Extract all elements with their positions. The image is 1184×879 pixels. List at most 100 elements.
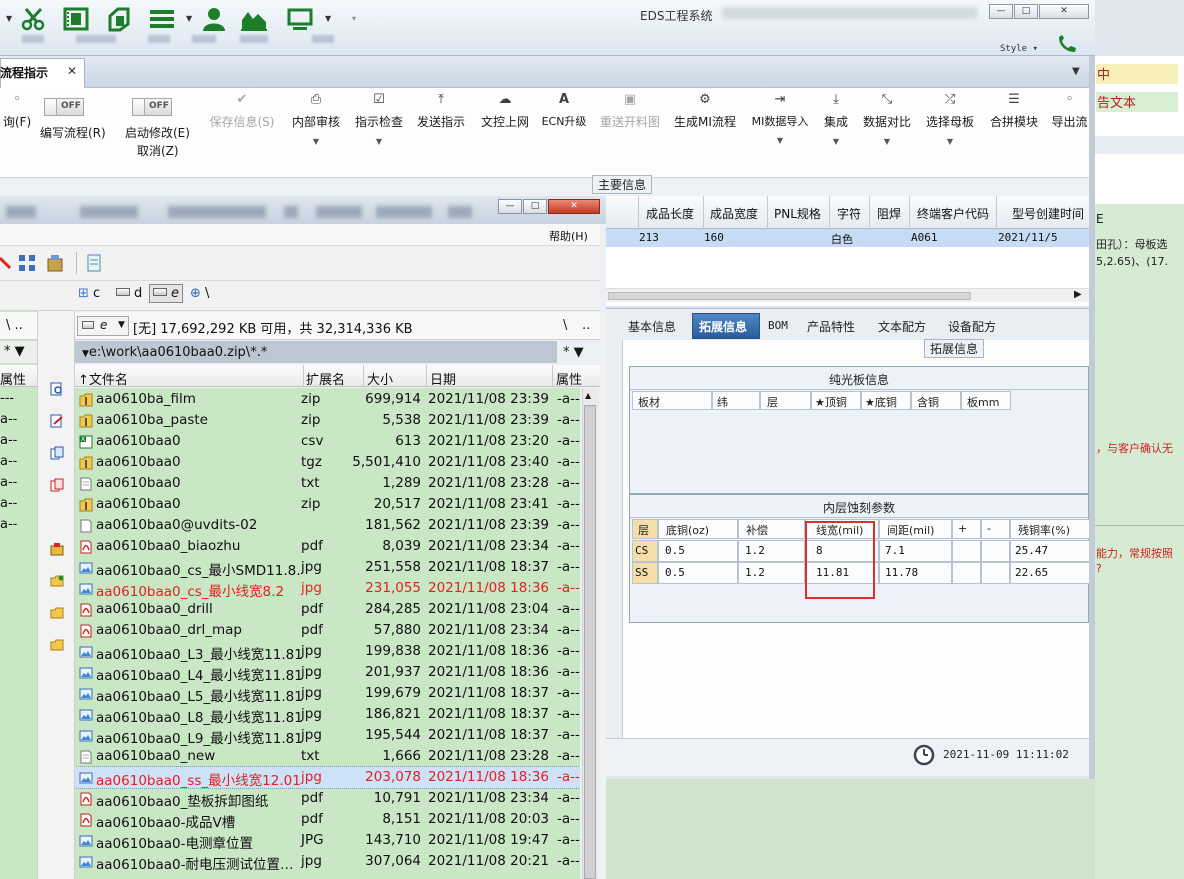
edit-file-icon[interactable] <box>50 414 64 428</box>
file-row[interactable]: Xaa0610baa0 csv 613 2021/11/08 23:20 -a-- <box>75 431 580 452</box>
style-menu[interactable]: Style ▾ <box>1000 44 1038 54</box>
header-client[interactable]: 终端客户代码 <box>917 205 989 222</box>
file-row[interactable]: aa0610baa0@uvdits-02 181,562 2021/11/08 23… <box>75 515 580 536</box>
tab-product-features[interactable]: 产品特性 <box>807 318 855 335</box>
header-mask[interactable]: 阻焊 <box>877 205 901 222</box>
scissors-icon[interactable] <box>20 6 48 32</box>
fm-close-button[interactable]: ✕ <box>548 199 600 214</box>
network-drive-button[interactable]: ⊕ \ <box>190 286 209 301</box>
file-row[interactable]: aa0610baa0 zip 20,517 2021/11/08 23:41 -a-- <box>75 494 580 515</box>
dropdown-arrow-icon[interactable]: ▼ <box>6 14 12 23</box>
query-button[interactable]: ◦ 询(F) <box>0 92 34 162</box>
save-info-button[interactable]: ✔ 保存信息(S) <box>205 92 279 162</box>
file-row[interactable]: aa0610ba_film zip 699,914 2021/11/08 23:39-… <box>75 389 580 410</box>
view-file-icon[interactable] <box>50 382 64 396</box>
cancel-label[interactable]: 取消(Z) <box>137 142 179 159</box>
row-cell[interactable] <box>981 540 1010 562</box>
row-cell[interactable] <box>981 562 1010 584</box>
user-icon[interactable] <box>200 6 228 32</box>
file-row[interactable]: aa0610ba_paste zip 5,538 2021/11/08 23:39 -a… <box>75 410 580 431</box>
file-row[interactable]: aa0610baa0_cs_最小SMD11.8… jpg 251,558 2021/1… <box>75 557 580 579</box>
scrollbar-thumb[interactable] <box>584 405 596 879</box>
tab-basic-info[interactable]: 基本信息 <box>628 318 676 335</box>
maximize-button[interactable]: □ <box>1014 4 1038 19</box>
file-row[interactable]: aa0610baa0_垫板拆卸图纸 pdf 10,791 2021/11/08 23:… <box>75 788 580 810</box>
internal-review-button[interactable]: ⎙ 内部审核 ▼ <box>289 92 343 162</box>
drive-c-button[interactable]: ⊞ c <box>78 286 100 301</box>
file-row[interactable]: aa0610baa0_L4_最小线宽11.81 jpg 201,937 2021/11… <box>75 662 580 684</box>
header-width[interactable]: 成品宽度 <box>710 205 758 222</box>
left-filter[interactable]: * ▼ <box>4 344 41 359</box>
doc-control-upload-button[interactable]: ☁ 文控上网 <box>478 92 532 162</box>
column-ext-header[interactable]: 扩展名 <box>306 369 345 388</box>
film-icon[interactable] <box>62 6 90 32</box>
merge-module-button[interactable]: ☰ 合拼模块 <box>988 92 1040 162</box>
fm-minimize-button[interactable]: — <box>498 199 522 214</box>
close-button[interactable]: ✕ <box>1039 4 1089 19</box>
file-row[interactable]: aa0610baa0_drl_map pdf 57,880 2021/11/08 23… <box>75 620 580 641</box>
file-row[interactable]: aa0610baa0_ss_最小线宽12.01 jpg 203,078 2021/11… <box>75 766 580 789</box>
tree-icon[interactable] <box>18 254 36 272</box>
column-date-header[interactable]: 日期 <box>430 369 456 388</box>
scroll-up-icon[interactable]: ▲ <box>585 391 591 400</box>
table-row[interactable]: 213 160 白色 A061 2021/11/5 <box>606 229 1089 247</box>
header-length[interactable]: 成品长度 <box>646 205 694 222</box>
file-row[interactable]: aa0610baa0-耐电压测试位置… jpg 307,064 2021/11/08 … <box>75 851 580 873</box>
resend-cutting-map-button[interactable]: ▣ 重送开料图 <box>598 92 662 162</box>
notepad-icon[interactable] <box>86 254 102 272</box>
file-row[interactable]: aa0610baa0_new txt 1,666 2021/11/08 23:28 -a… <box>75 746 580 767</box>
tab-extended-info[interactable]: 拓展信息 <box>699 318 747 335</box>
filter-dropdown[interactable]: * ▼ <box>563 345 584 360</box>
file-row[interactable]: aa0610baa0_L3_最小线宽11.81 jpg 199,838 2021/11… <box>75 641 580 663</box>
tab-device-recipe[interactable]: 设备配方 <box>948 318 996 335</box>
pack-files-icon[interactable] <box>50 542 64 556</box>
chart-icon[interactable] <box>240 6 268 32</box>
row-cell[interactable] <box>952 540 981 562</box>
list-icon[interactable] <box>148 6 176 32</box>
write-flow-toggle[interactable]: OFF <box>44 98 84 116</box>
left-attr-header[interactable]: 属性 <box>0 369 37 388</box>
copy-file-icon[interactable] <box>50 446 64 460</box>
copy-icon[interactable] <box>106 6 134 32</box>
mi-data-import-button[interactable]: ⇥ MI数据导入 ▼ <box>748 92 812 162</box>
folder-icon[interactable] <box>50 638 64 652</box>
delete-icon[interactable] <box>0 255 12 271</box>
scrollbar-thumb[interactable] <box>608 292 971 300</box>
header-created[interactable]: 型号创建时间 <box>1012 205 1084 222</box>
file-row[interactable]: aa0610baa0-电测章位置 JPG 143,710 2021/11/08 19:… <box>75 830 580 852</box>
export-flow-button[interactable]: ◦ 导出流 <box>1050 92 1089 162</box>
start-modify-toggle[interactable]: OFF <box>132 98 172 116</box>
file-row[interactable]: aa0610baa0_cs_最小线宽8.2 jpg 231,055 2021/11/0… <box>75 578 580 600</box>
help-menu[interactable]: 帮助(H) <box>549 228 588 244</box>
fm-maximize-button[interactable]: □ <box>523 199 547 214</box>
tab-bom[interactable]: BOM <box>768 319 788 332</box>
dropdown-arrow-icon[interactable]: ▼ <box>325 14 331 23</box>
file-row[interactable]: aa0610baa0_L8_最小线宽11.81 jpg 186,821 2021/11… <box>75 704 580 726</box>
integrate-button[interactable]: ⤓ 集成 ▼ <box>822 92 850 162</box>
tab-close-icon[interactable]: ✕ <box>67 64 77 78</box>
go-root-button[interactable]: \ <box>563 318 567 333</box>
instruction-check-button[interactable]: ☑ 指示检查 ▼ <box>353 92 405 162</box>
file-row[interactable]: aa0610baa0_L9_最小线宽11.81 jpg 195,544 2021/11… <box>75 725 580 747</box>
generate-mi-flow-button[interactable]: ⚙ 生成MI流程 <box>672 92 738 162</box>
minimize-button[interactable]: — <box>989 4 1013 19</box>
file-row[interactable]: aa0610baa0 txt 1,289 2021/11/08 23:28 -a-- <box>75 473 580 494</box>
tab-list-arrow-icon[interactable]: ▼ <box>1072 66 1080 77</box>
move-file-icon[interactable] <box>50 478 64 492</box>
phone-icon[interactable] <box>1056 34 1078 54</box>
dropdown-arrow-icon[interactable]: ▼ <box>186 14 192 23</box>
ecn-upgrade-button[interactable]: A ECN升级 <box>540 92 588 162</box>
monitor-icon[interactable] <box>286 6 314 32</box>
send-instruction-button[interactable]: ⤒ 发送指示 <box>415 92 467 162</box>
new-folder-icon[interactable] <box>50 574 64 588</box>
package-icon[interactable] <box>46 254 64 272</box>
file-row[interactable]: aa0610baa0 tgz 5,501,410 2021/11/08 23:40 -a… <box>75 452 580 473</box>
current-path[interactable]: ▼e:\work\aa0610baa0.zip\*.* <box>82 345 267 360</box>
drive-e-button[interactable]: e <box>149 284 183 303</box>
scroll-right-icon[interactable]: ▶ <box>1074 289 1082 300</box>
column-attr-header[interactable]: 属性 <box>556 369 582 388</box>
header-pnl[interactable]: PNL规格 <box>774 205 821 222</box>
column-name-header[interactable]: ↑文件名 <box>78 369 128 388</box>
drive-d-button[interactable]: d <box>116 286 142 301</box>
horizontal-scrollbar[interactable]: ▶ <box>606 288 1089 302</box>
